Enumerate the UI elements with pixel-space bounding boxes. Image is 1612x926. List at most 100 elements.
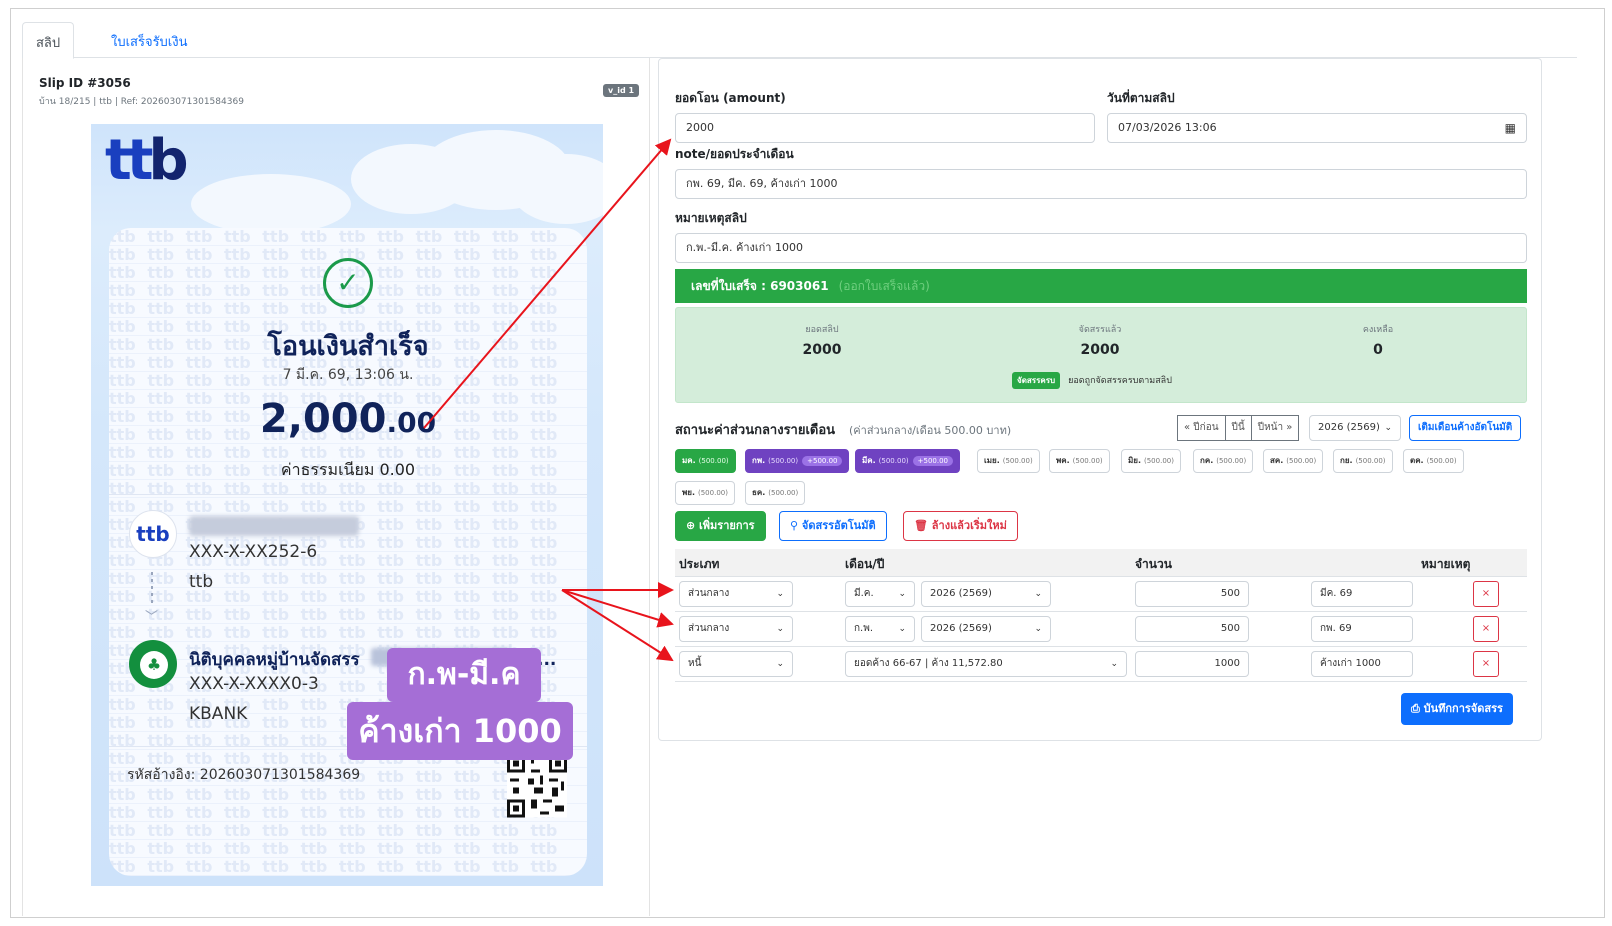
slip-card: ttb ttb ttb ttb ttb ttb ttb ttb ttb ttb …: [109, 228, 587, 876]
amount-cell-input[interactable]: 1000: [1135, 651, 1249, 677]
add-item-button[interactable]: ⊕ เพิ่มรายการ: [675, 511, 766, 541]
sender-name-blurred: [189, 516, 359, 536]
annotation-arrears-label: ค้างเก่า 1000: [347, 702, 573, 760]
clear-reset-button[interactable]: 🗑 ล้างแล้วเริ่มใหม่: [903, 511, 1018, 541]
month-status-pill[interactable]: ธค. (500.00): [745, 481, 806, 505]
trash-icon: 🗑: [914, 519, 932, 532]
add-item-label: เพิ่มรายการ: [699, 519, 755, 532]
slip-reference: รหัสอ้างอิง: 202603071301584369: [127, 767, 361, 783]
plus-circle-icon: ⊕: [686, 519, 700, 532]
type-select[interactable]: ส่วนกลาง ⌄: [679, 616, 793, 642]
receipt-number-bar: เลขที่ใบเสร็จ : 6903061 (ออกใบเสร็จแล้ว): [675, 269, 1527, 303]
month-status-pill[interactable]: เมย. (500.00): [977, 449, 1040, 473]
year-select[interactable]: 2026 (2569) ⌄: [1309, 415, 1401, 441]
month-status-pill[interactable]: มิย. (500.00): [1121, 449, 1181, 473]
month-status-pill[interactable]: พค. (500.00): [1049, 449, 1110, 473]
month-status-pill[interactable]: กพ. (500.00) +500.00: [745, 449, 850, 473]
year-value: 2026 (2569): [930, 623, 992, 634]
amount-cell-input[interactable]: 500: [1135, 616, 1249, 642]
save-allocation-button[interactable]: ⎙ บันทึกการจัดสรร: [1401, 693, 1513, 725]
month-amount: (500.00): [1144, 457, 1174, 465]
receipt-status-faint: (ออกใบเสร็จแล้ว): [838, 279, 930, 293]
overpaid-badge: +500.00: [802, 456, 843, 466]
year-value: 2026 (2569): [930, 588, 992, 599]
remove-row-button[interactable]: ×: [1473, 651, 1499, 677]
year-row-select[interactable]: 2026 (2569) ⌄: [921, 581, 1051, 607]
chevron-down-icon: ⌄: [1034, 589, 1042, 599]
month-name: สค.: [1270, 456, 1284, 465]
table-row: ส่วนกลาง ⌄ มี.ค. ⌄ 2026 (2569) ⌄ 500 มีค. 6…: [675, 577, 1527, 612]
chevron-down-icon: ⌄: [776, 624, 784, 634]
table-row: ส่วนกลาง ⌄ ก.พ. ⌄ 2026 (2569) ⌄ 500 กพ. 69 …: [675, 612, 1527, 647]
note-cell-input[interactable]: ค้างเก่า 1000: [1311, 651, 1413, 677]
magic-wand-icon: ⚲: [790, 519, 802, 532]
slip-panel: Slip ID #3056 บ้าน 18/215 | ttb | Ref: 2…: [22, 58, 650, 916]
month-name: กพ.: [752, 456, 766, 465]
overpaid-badge: +500.00: [912, 456, 953, 466]
slip-total-caption: ยอดสลิป: [805, 325, 839, 335]
chevron-down-icon: ⌄: [1110, 659, 1118, 669]
slip-total: ยอดสลิป 2000: [722, 322, 922, 358]
note-input[interactable]: กพ. 69, มีค. 69, ค้างเก่า 1000: [675, 169, 1527, 199]
kbank-icon: ♣: [129, 640, 177, 688]
remove-row-button[interactable]: ×: [1473, 616, 1499, 642]
month-status-pill[interactable]: ตค. (500.00): [1403, 449, 1464, 473]
chevron-down-icon: ⌄: [898, 589, 906, 599]
allocation-status: จัดสรรครบ ยอดถูกจัดสรรครบตามสลิป: [1012, 372, 1172, 389]
amount-input[interactable]: 2000: [675, 113, 1095, 143]
slip-meta: บ้าน 18/215 | ttb | Ref: 2026030713015​8…: [39, 97, 244, 107]
tab-slip[interactable]: สลิป: [22, 22, 75, 59]
auto-allocate-button[interactable]: ⚲ จัดสรรอัตโนมัติ: [779, 511, 887, 541]
chevron-down-icon: ⌄: [1034, 624, 1042, 634]
allocated-total: จัดสรรแล้ว 2000: [1000, 322, 1200, 358]
calendar-icon[interactable]: ▦: [1505, 114, 1516, 142]
remove-row-button[interactable]: ×: [1473, 581, 1499, 607]
month-amount: (500.00): [698, 489, 728, 497]
month-status-pill[interactable]: มค. (500.00): [675, 449, 736, 473]
amount-cell-input[interactable]: 500: [1135, 581, 1249, 607]
debt-select[interactable]: ยอดค้าง 66-67 | ค้าง 11,572.80 ⌄: [845, 651, 1127, 677]
allocation-status-text: ยอดถูกจัดสรรครบตามสลิป: [1068, 376, 1172, 386]
tab-receipt[interactable]: ใบเสร็จรับเงิน: [98, 22, 201, 59]
next-year-button[interactable]: ปีหน้า »: [1251, 415, 1300, 441]
month-amount: (500.00): [878, 457, 909, 465]
date-input[interactable]: 07/03/2026 13:06 ▦: [1107, 113, 1527, 143]
cloud-shape: [511, 154, 603, 224]
auto-allocate-label: จัดสรรอัตโนมัติ: [801, 519, 876, 532]
year-row-select[interactable]: 2026 (2569) ⌄: [921, 616, 1051, 642]
remark-input[interactable]: ก.พ.-มี.ค. ค้างเก่า 1000: [675, 233, 1527, 263]
chevron-down-icon: ⌄: [898, 624, 906, 634]
save-icon: ⎙: [1411, 702, 1424, 715]
note-cell-input[interactable]: มีค. 69: [1311, 581, 1413, 607]
this-year-button[interactable]: ปีนี้: [1225, 415, 1252, 441]
month-status-pill[interactable]: พย. (500.00): [675, 481, 735, 505]
transfer-date: 7 มี.ค. 69, 13:06 น.: [282, 367, 414, 383]
type-select[interactable]: หนี้ ⌄: [679, 651, 793, 677]
month-status-pill[interactable]: กย. (500.00): [1333, 449, 1393, 473]
slip-id: Slip ID #3056: [39, 76, 131, 90]
chevron-down-icon: ⌄: [776, 589, 784, 599]
month-select[interactable]: ก.พ. ⌄: [845, 616, 915, 642]
month-amount: (500.00): [768, 489, 799, 497]
prev-year-button[interactable]: « ปีก่อน: [1177, 415, 1226, 441]
ttb-logo: ttb: [105, 128, 189, 193]
month-status-pill[interactable]: สค. (500.00): [1263, 449, 1324, 473]
month-amount: (500.00): [1002, 457, 1033, 465]
receiver-account: XXX-X-XXXX0-3: [189, 674, 319, 694]
amount-decimal: .00: [386, 406, 437, 439]
annotation-months-label: ก.พ-มี.ค: [387, 648, 541, 702]
auto-fill-button[interactable]: เติมเดือนค้างอัตโนมัติ: [1409, 415, 1522, 441]
tab-bar: สลิป ใบเสร็จรับเงิน: [22, 22, 1577, 59]
month-status-pill[interactable]: มีค. (500.00) +500.00: [855, 449, 960, 473]
divider: [109, 494, 587, 495]
receiver-name: นิติบุคคลหมู่บ้านจัดสรร: [189, 650, 360, 670]
month-value: มี.ค.: [854, 588, 874, 599]
month-name: กค.: [1200, 456, 1214, 465]
month-select[interactable]: มี.ค. ⌄: [845, 581, 915, 607]
type-select[interactable]: ส่วนกลาง ⌄: [679, 581, 793, 607]
success-check-icon: ✓: [323, 258, 373, 308]
month-status-pill[interactable]: กค. (500.00): [1193, 449, 1254, 473]
debt-value: ยอดค้าง 66-67 | ค้าง 11,572.80: [854, 658, 1003, 669]
note-cell-input[interactable]: กพ. 69: [1311, 616, 1413, 642]
header-month-year: เดือน/ปี: [845, 557, 885, 571]
